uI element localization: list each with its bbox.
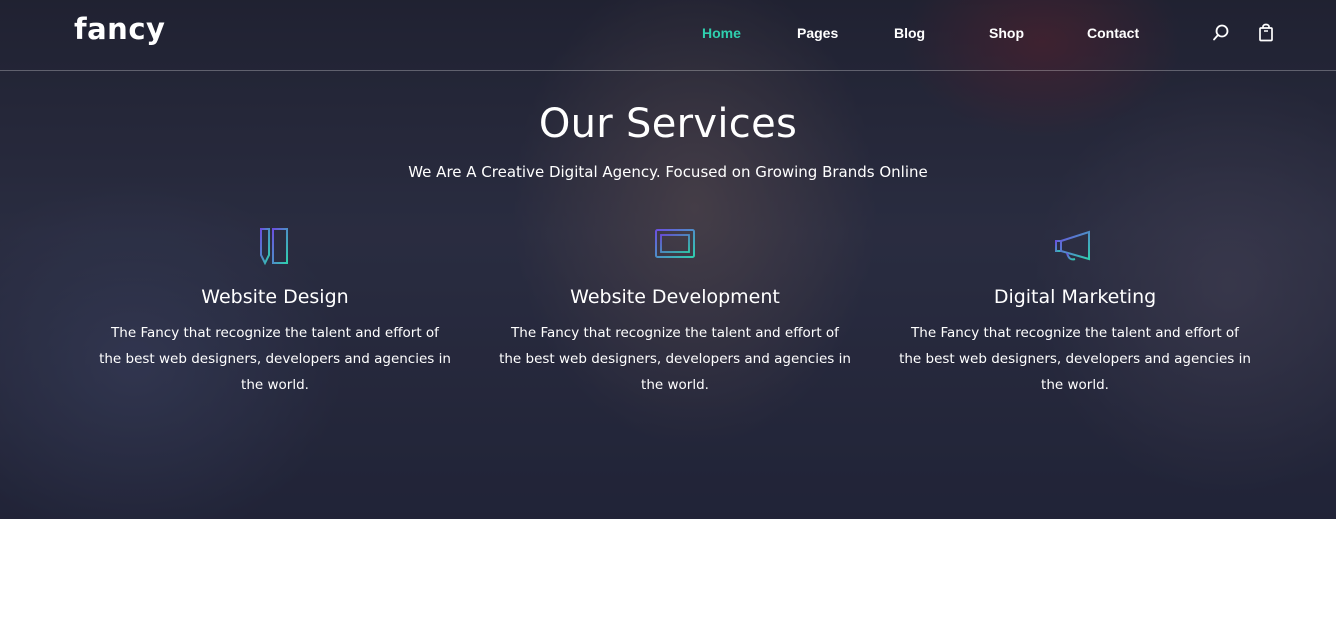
site-logo[interactable]: fancy (74, 12, 165, 46)
nav-item-pages[interactable]: Pages (766, 25, 860, 41)
main-nav: Home Pages Blog Shop Contact (680, 25, 1161, 41)
page-title: Our Services (538, 101, 798, 147)
hero-section: fancy Home Pages Blog Shop Contact Our S… (0, 0, 1336, 519)
service-title: Website Development (570, 286, 780, 308)
service-description: The Fancy that recognize the talent and … (899, 325, 1251, 393)
service-card-website-design: Website Design The Fancy that recognize … (95, 225, 455, 398)
service-card-website-development: Website Development The Fancy that recog… (495, 225, 855, 398)
service-title: Digital Marketing (993, 286, 1157, 308)
service-card-digital-marketing: Digital Marketing The Fancy that recogni… (895, 225, 1255, 398)
service-description: The Fancy that recognize the talent and … (499, 325, 851, 393)
nav-item-shop[interactable]: Shop (950, 25, 1038, 41)
nav-item-home[interactable]: Home (680, 25, 766, 41)
monitor-icon (653, 225, 697, 269)
shopping-bag-icon[interactable] (1256, 23, 1276, 43)
service-description: The Fancy that recognize the talent and … (99, 325, 451, 393)
pencil-ruler-icon (253, 225, 297, 269)
nav-item-blog[interactable]: Blog (860, 25, 950, 41)
search-icon[interactable] (1211, 23, 1231, 43)
megaphone-icon (1053, 225, 1097, 269)
service-title: Website Design (201, 286, 349, 308)
site-header: fancy Home Pages Blog Shop Contact (0, 0, 1336, 71)
page-subtitle: We Are A Creative Digital Agency. Focuse… (408, 163, 928, 181)
nav-item-contact[interactable]: Contact (1038, 25, 1161, 41)
